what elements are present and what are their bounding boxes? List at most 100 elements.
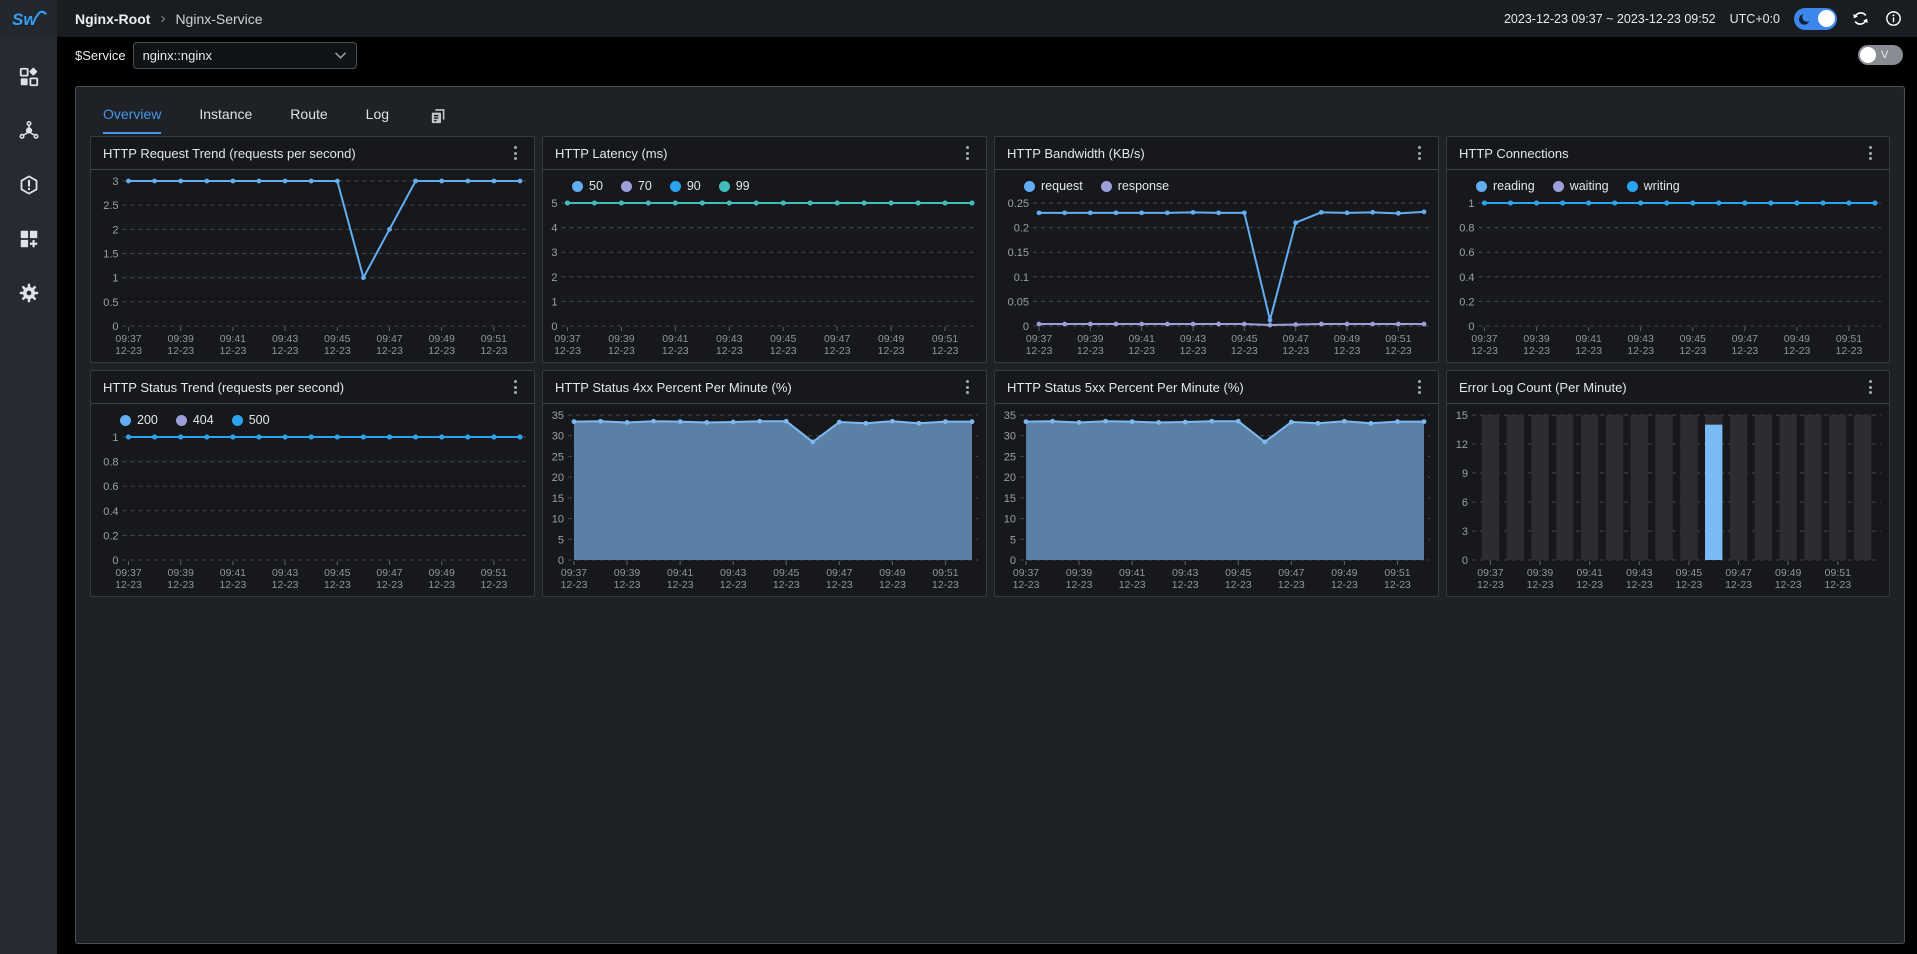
svg-text:09:4712-23: 09:4712-23: [1278, 567, 1305, 591]
chart-canvas[interactable]: 00.20.40.60.8109:3712-2309:3912-2309:411…: [93, 428, 530, 596]
legend-label: reading: [1493, 179, 1535, 193]
chart-canvas[interactable]: 0369121509:3712-2309:3912-2309:4112-2309…: [1449, 406, 1885, 596]
legend-item[interactable]: 500: [232, 413, 270, 427]
svg-text:09:4512-23: 09:4512-23: [1231, 333, 1258, 357]
svg-text:09:3912-23: 09:3912-23: [167, 333, 194, 357]
legend-item[interactable]: 404: [176, 413, 214, 427]
tab-instance[interactable]: Instance: [199, 106, 252, 134]
sidebar-item-alerting[interactable]: [7, 163, 51, 206]
legend-label: 404: [193, 413, 214, 427]
svg-text:0: 0: [558, 555, 564, 567]
legend-item[interactable]: response: [1101, 179, 1169, 193]
legend-item[interactable]: 200: [120, 413, 158, 427]
chart-canvas[interactable]: 0510152025303509:3712-2309:3912-2309:411…: [997, 406, 1434, 596]
svg-text:09:4312-23: 09:4312-23: [720, 567, 747, 591]
refresh-icon[interactable]: [1851, 9, 1870, 28]
legend-item[interactable]: 90: [670, 179, 701, 193]
svg-text:09:3912-23: 09:3912-23: [167, 567, 194, 591]
chart-canvas[interactable]: 0510152025303509:3712-2309:3912-2309:411…: [545, 406, 982, 596]
legend-item[interactable]: 50: [572, 179, 603, 193]
tab-widgets-button[interactable]: [427, 106, 448, 127]
chart-card-body: request response 00.050.10.150.20.2509:37…: [995, 170, 1438, 362]
sidebar-item-dashboards[interactable]: [7, 55, 51, 98]
svg-text:09:4912-23: 09:4912-23: [1331, 567, 1358, 591]
chart-menu-button[interactable]: [1410, 143, 1428, 163]
svg-text:09:4512-23: 09:4512-23: [324, 567, 351, 591]
svg-text:30: 30: [1004, 431, 1016, 443]
svg-text:09:3712-23: 09:3712-23: [115, 333, 142, 357]
svg-text:5: 5: [551, 198, 557, 210]
breadcrumb-separator-icon: ›: [160, 10, 165, 27]
svg-text:09:4912-23: 09:4912-23: [878, 333, 905, 357]
svg-text:25: 25: [552, 451, 564, 463]
svg-text:09:3912-23: 09:3912-23: [1066, 567, 1093, 591]
chart-menu-button[interactable]: [506, 377, 524, 397]
chart-card-body: 0510152025303509:3712-2309:3912-2309:411…: [995, 404, 1438, 596]
chart-plot: 00.20.40.60.8109:3712-2309:3912-2309:411…: [93, 428, 530, 596]
sidebar-item-topology[interactable]: [7, 109, 51, 152]
info-icon[interactable]: [1884, 9, 1903, 28]
chart-card: HTTP Status 4xx Percent Per Minute (%) 0…: [542, 370, 987, 597]
chart-canvas[interactable]: 00.20.40.60.8109:3712-2309:3912-2309:411…: [1449, 194, 1885, 362]
chart-menu-button[interactable]: [958, 143, 976, 163]
svg-text:09:4912-23: 09:4912-23: [428, 333, 455, 357]
svg-text:09:4512-23: 09:4512-23: [1225, 567, 1252, 591]
timezone-label: UTC+0:0: [1730, 12, 1780, 26]
svg-text:09:4112-23: 09:4112-23: [219, 333, 246, 357]
svg-text:09:4312-23: 09:4312-23: [1627, 333, 1654, 357]
svg-text:09:5112-23: 09:5112-23: [1824, 567, 1851, 591]
breadcrumb-current[interactable]: Nginx-Service: [175, 11, 262, 27]
chart-card-header: HTTP Status 5xx Percent Per Minute (%): [995, 371, 1438, 404]
dark-mode-toggle[interactable]: [1794, 8, 1837, 30]
chart-card-header: HTTP Connections: [1447, 137, 1889, 170]
chart-menu-button[interactable]: [1861, 143, 1879, 163]
chart-legend: request response: [997, 172, 1434, 194]
chart-canvas[interactable]: 00.050.10.150.20.2509:3712-2309:3912-230…: [997, 194, 1434, 362]
chart-title: HTTP Status 5xx Percent Per Minute (%): [1007, 380, 1410, 395]
tab-route[interactable]: Route: [290, 106, 327, 134]
chart-canvas[interactable]: 00.511.522.5309:3712-2309:3912-2309:4112…: [93, 172, 530, 362]
legend-item[interactable]: reading: [1476, 179, 1535, 193]
svg-text:09:4512-23: 09:4512-23: [773, 567, 800, 591]
svg-text:0.2: 0.2: [103, 530, 118, 542]
chart-card: HTTP Bandwidth (KB/s) requestresponse 00…: [994, 136, 1439, 363]
svg-text:09:4112-23: 09:4112-23: [219, 567, 246, 591]
sidebar-item-marketplace[interactable]: [7, 217, 51, 260]
svg-text:1: 1: [551, 296, 557, 308]
svg-text:09:3712-23: 09:3712-23: [1471, 333, 1498, 357]
legend-item[interactable]: request: [1024, 179, 1083, 193]
legend-item[interactable]: waiting: [1553, 179, 1609, 193]
legend-item[interactable]: writing: [1627, 179, 1680, 193]
chart-menu-button[interactable]: [506, 143, 524, 163]
chart-menu-button[interactable]: [958, 377, 976, 397]
svg-text:09:4712-23: 09:4712-23: [376, 567, 403, 591]
chart-card-header: HTTP Status 4xx Percent Per Minute (%): [543, 371, 986, 404]
chart-card-body: 00.511.522.5309:3712-2309:3912-2309:4112…: [91, 170, 534, 362]
svg-text:15: 15: [1004, 493, 1016, 505]
chart-menu-button[interactable]: [1861, 377, 1879, 397]
svg-text:0.2: 0.2: [1014, 223, 1029, 235]
svg-text:15: 15: [552, 493, 564, 505]
legend-label: 99: [736, 179, 750, 193]
svg-text:15: 15: [1456, 410, 1468, 422]
breadcrumb-root[interactable]: Nginx-Root: [75, 11, 150, 27]
chart-title: HTTP Status Trend (requests per second): [103, 380, 506, 395]
chart-menu-button[interactable]: [1410, 377, 1428, 397]
app-logo[interactable]: Sw: [0, 0, 57, 37]
tab-log[interactable]: Log: [366, 106, 389, 134]
chart-canvas[interactable]: 01234509:3712-2309:3912-2309:4112-2309:4…: [545, 194, 982, 362]
svg-text:1: 1: [112, 432, 118, 444]
time-range-picker[interactable]: 2023-12-23 09:37 ~ 2023-12-23 09:52: [1504, 12, 1716, 26]
svg-text:0.4: 0.4: [103, 506, 118, 518]
chart-plot: 00.050.10.150.20.2509:3712-2309:3912-230…: [997, 194, 1434, 362]
svg-text:09:5112-23: 09:5112-23: [480, 567, 507, 591]
tab-overview[interactable]: Overview: [103, 106, 161, 134]
legend-item[interactable]: 99: [719, 179, 750, 193]
chart-plot: 0369121509:3712-2309:3912-2309:4112-2309…: [1449, 406, 1885, 596]
legend-dot-icon: [572, 181, 583, 192]
sidebar-item-settings[interactable]: [7, 271, 51, 314]
edit-mode-toggle[interactable]: V: [1858, 45, 1903, 65]
breadcrumb: Nginx-Root › Nginx-Service: [75, 10, 263, 27]
service-select[interactable]: nginx::nginx: [133, 42, 357, 69]
legend-item[interactable]: 70: [621, 179, 652, 193]
